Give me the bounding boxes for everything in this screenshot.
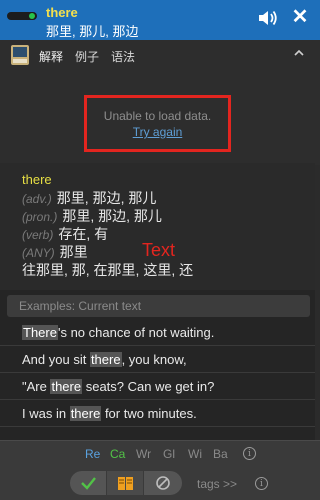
book-icon [118,477,133,490]
example-row[interactable]: And you sit there, you know, [0,347,315,373]
example-row[interactable]: "Are there seats? Can we get in? [0,374,315,400]
tab-grammar[interactable]: 语法 [111,48,135,65]
definition-entry: (pron.) 那里, 那边, 那儿 [22,206,162,226]
dict-re[interactable]: Re [85,447,100,461]
learning-button[interactable] [107,471,144,495]
known-button[interactable] [70,471,107,495]
chevron-up-icon[interactable] [294,48,304,58]
highlighted-word: there [89,352,122,367]
example-text: And you sit [22,352,90,367]
dictionary-bar: Re Ca Wr Gl Wi Ba i [0,440,320,468]
toggle-knob [29,13,35,19]
check-icon [81,477,96,490]
example-text: "Are [22,379,51,394]
info-icon[interactable]: i [255,477,268,490]
definition-extra: 往那里, 那, 在那里, 这里, 还 [22,262,194,278]
example-text: seats? Can we get in? [82,379,215,394]
error-message: Unable to load data. [103,109,212,123]
part-of-speech: (verb) [22,228,54,242]
info-icon[interactable]: i [243,447,256,460]
load-error-area: Unable to load data. Try again [0,70,320,165]
dict-wr[interactable]: Wr [136,447,151,461]
dict-wi[interactable]: Wi [188,447,202,461]
definition-text: 那里, 那边, 那儿 [56,190,157,206]
definition-text: 存在, 有 [58,226,109,242]
definition-panel: there (adv.) 那里, 那边, 那儿 (pron.) 那里, 那边, 那儿… [0,163,315,290]
highlighted-word: there [69,406,102,421]
examples-header[interactable]: Examples: Current text [7,295,310,317]
example-row[interactable]: I was in there for two minutes. [0,401,315,427]
app-icon [11,45,29,65]
highlighted-word: There [22,325,58,340]
ignore-button[interactable] [144,471,182,495]
tab-explanation[interactable]: 解释 [34,48,68,72]
toggle-switch[interactable] [7,12,37,20]
highlighted-word: there [50,379,83,394]
definition-entry: (verb) 存在, 有 [22,224,108,244]
part-of-speech: (pron.) [22,210,58,224]
ban-icon [156,476,170,490]
definition-word: there [22,172,52,187]
action-bar: tags >> i [0,468,320,500]
definition-entry: (adv.) 那里, 那边, 那儿 [22,188,156,208]
dict-gl[interactable]: Gl [163,447,175,461]
definition-text: 那里 [59,244,88,260]
tags-button[interactable]: tags >> [197,477,237,491]
action-button-group [70,471,182,495]
example-text: 's no chance of not waiting. [57,325,215,340]
annotation-label: Text [142,240,176,260]
dict-ba[interactable]: Ba [213,447,228,461]
definition-entry: (ANY) 那里 [22,242,88,262]
part-of-speech: (ANY) [22,246,55,260]
dict-ca[interactable]: Ca [110,447,125,461]
try-again-link[interactable]: Try again [87,125,228,139]
close-icon[interactable]: ✕ [291,6,309,28]
tab-bar: 解释 例子 语法 [0,40,320,72]
header-translation: 那里, 那儿, 那边 [46,24,139,39]
example-row[interactable]: There's no chance of not waiting. [0,320,315,346]
header-word: there [46,5,78,20]
word-header: there 那里, 那儿, 那边 ✕ [0,0,320,40]
example-text: , you know, [121,352,187,367]
error-highlight-box: Unable to load data. Try again [84,95,231,152]
definition-text: 那里, 那边, 那儿 [62,208,162,224]
example-text: for two minutes. [101,406,197,421]
example-text: I was in [22,406,70,421]
examples-panel: Examples: Current text There's no chance… [0,290,315,440]
tab-examples[interactable]: 例子 [75,48,99,65]
part-of-speech: (adv.) [22,192,52,206]
speaker-icon[interactable] [258,9,278,27]
